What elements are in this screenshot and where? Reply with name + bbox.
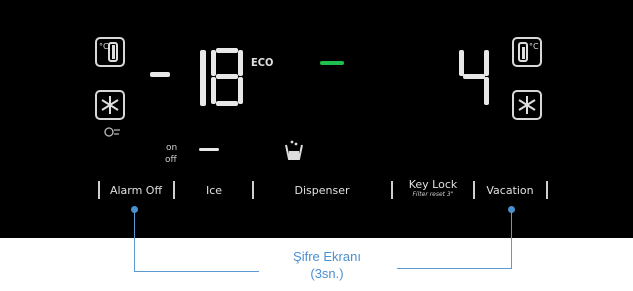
water-glass-icon [283, 139, 305, 165]
button-separator [252, 181, 254, 199]
freezer-thermometer-icon: °C [95, 37, 125, 67]
freezer-digit-1 [200, 50, 206, 106]
dispenser-button[interactable]: Dispenser [258, 184, 386, 197]
freezer-snowflake-icon [95, 90, 125, 120]
eco-indicator [320, 61, 344, 65]
ice-off-label: off [165, 155, 177, 165]
callout-line [134, 271, 259, 272]
button-separator [173, 181, 175, 199]
ice-on-label: on [166, 143, 178, 153]
key-lock-button[interactable]: Key Lock Filter reset 3" [396, 179, 470, 199]
callout-line [134, 212, 135, 272]
filter-reset-label: Filter reset 3" [412, 191, 454, 198]
fridge-snowflake-icon [512, 90, 542, 120]
svg-text:°C: °C [529, 42, 539, 51]
control-panel-display: °C ECO °C on off Alarm Off Ice Dispenser… [0, 0, 633, 238]
eco-label: ECO [251, 56, 274, 69]
callout-line-2: (3sn.) [310, 266, 344, 281]
button-separator [98, 181, 100, 199]
fridge-thermometer-icon: °C [512, 37, 542, 67]
callout-line-1: Şifre Ekranı [293, 249, 361, 264]
callout-line [397, 268, 512, 269]
key-lock-label: Key Lock [408, 178, 458, 191]
svg-text:°C: °C [99, 42, 109, 51]
callout-line [511, 212, 512, 269]
button-separator [473, 181, 475, 199]
button-separator [391, 181, 393, 199]
button-separator [546, 181, 548, 199]
callout-text: Şifre Ekranı (3sn.) [262, 248, 392, 282]
alarm-off-button[interactable]: Alarm Off [103, 184, 169, 197]
ice-button[interactable]: Ice [180, 184, 248, 197]
power-freeze-icon [103, 123, 121, 142]
vacation-button[interactable]: Vacation [478, 184, 542, 197]
freezer-minus-segment [150, 72, 170, 77]
ice-status-segment [199, 148, 219, 151]
